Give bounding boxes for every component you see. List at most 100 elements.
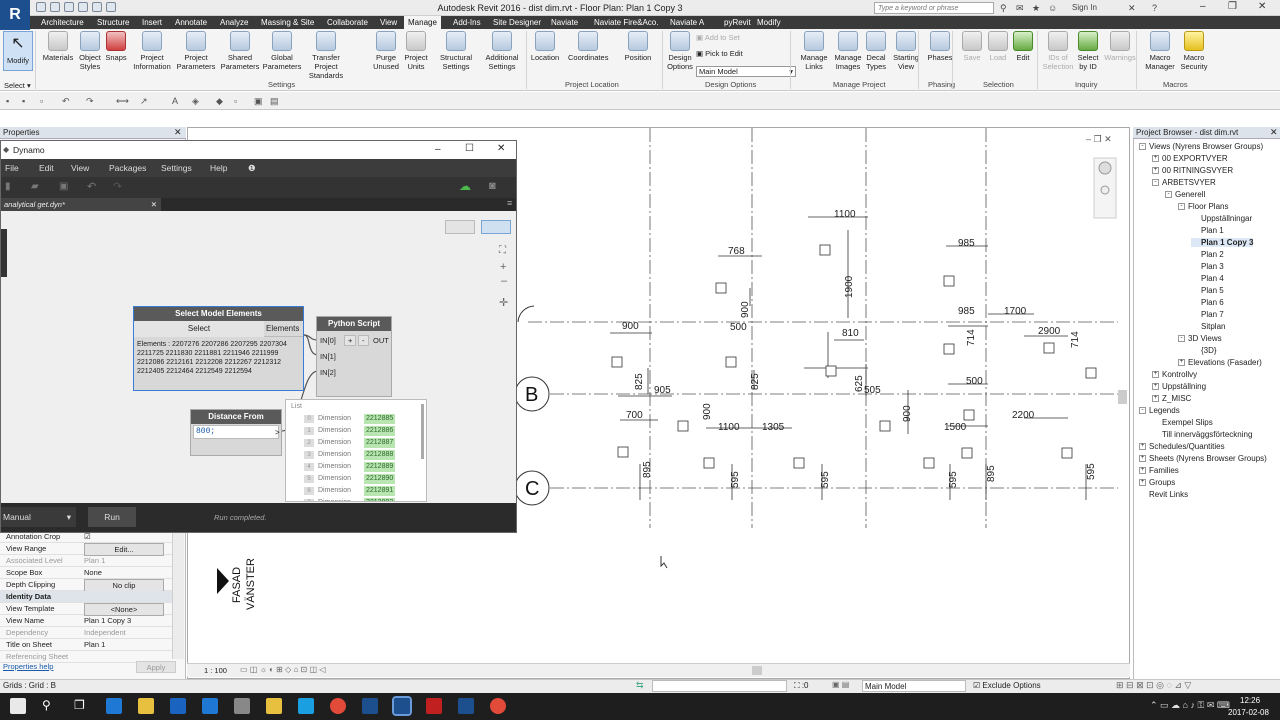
browser-item[interactable]: Plan 5 <box>1191 286 1224 295</box>
global-parameters-button[interactable]: Global Parameters <box>262 31 302 71</box>
tab-structure[interactable]: Structure <box>93 16 133 29</box>
section-icon[interactable]: ◆ <box>216 96 223 107</box>
properties-scrollbar[interactable] <box>172 533 184 659</box>
browser-item[interactable]: + Uppställning <box>1152 382 1206 391</box>
location-button[interactable]: Location <box>525 31 565 62</box>
tab-annotate[interactable]: Annotate <box>171 16 211 29</box>
outlook-icon[interactable] <box>170 698 186 714</box>
browser-item[interactable]: - ARBETSVYER <box>1152 178 1216 187</box>
toolbar-icon-2[interactable]: ▪ <box>22 96 25 106</box>
expand-icon[interactable]: + <box>1152 383 1159 391</box>
browser-item[interactable]: Plan 4 <box>1191 274 1224 283</box>
close-icon[interactable]: ✕ <box>1270 127 1278 138</box>
undo-icon[interactable] <box>78 2 88 12</box>
ie-icon[interactable] <box>202 698 218 714</box>
project-units-button[interactable]: Project Units <box>396 31 436 71</box>
search-icon[interactable]: ⚲ <box>42 698 51 712</box>
position-button[interactable]: Position <box>618 31 658 62</box>
close-icon[interactable]: ✕ <box>1258 1 1266 12</box>
elevation-arrow-icon[interactable] <box>217 568 229 594</box>
expand-icon[interactable]: + <box>1152 167 1159 175</box>
shared-parameters-button[interactable]: Shared Parameters <box>220 31 260 71</box>
in1-port[interactable]: IN[1] <box>320 352 336 361</box>
browser-item[interactable]: Plan 6 <box>1191 298 1224 307</box>
additional-settings-button[interactable]: Additional Settings <box>482 31 522 71</box>
collapse-icon[interactable]: - <box>1139 407 1146 415</box>
browser-item[interactable]: {3D} <box>1191 346 1217 355</box>
view-control-icons[interactable]: ▭ ◫ ☼ ◐ ⊞ ◇ ⌂ ⊡ ◫ ◁ <box>240 665 325 674</box>
expand-icon[interactable]: + <box>1139 455 1146 463</box>
browser-item[interactable]: Plan 3 <box>1191 262 1224 271</box>
browser-item[interactable]: + Families <box>1139 466 1179 475</box>
elements-output-port[interactable]: Elements <box>266 321 299 337</box>
node-preview-bubble[interactable]: List 0 Dimension 2212885 1 Dimension 2212886 2… <box>285 399 427 502</box>
exchange-icon[interactable]: ✕ <box>1128 3 1136 14</box>
redo-icon-2[interactable]: ↷ <box>86 96 94 107</box>
help-icon[interactable]: ? <box>1152 3 1157 13</box>
out-port[interactable]: OUT <box>373 336 389 345</box>
chrome-icon-2[interactable] <box>490 698 506 714</box>
save-icon[interactable] <box>50 2 60 12</box>
clock-time[interactable]: 12:26 <box>1240 696 1260 705</box>
folder-icon[interactable] <box>266 698 282 714</box>
modify-button[interactable]: ↖ Modify <box>3 31 33 71</box>
browser-item[interactable]: Sitplan <box>1191 322 1225 331</box>
browser-item[interactable]: - Generell <box>1165 190 1205 199</box>
run-mode-dropdown[interactable]: Manual ▾ <box>1 507 76 527</box>
horizontal-scroll-thumb[interactable] <box>752 666 762 675</box>
expand-icon[interactable]: + <box>1178 359 1185 367</box>
worksets-icon[interactable]: ⇆ <box>636 680 644 691</box>
close-icon[interactable]: ✕ <box>174 127 182 138</box>
3d-icon[interactable]: ◈ <box>192 96 199 107</box>
view-controls-icon[interactable]: – ❐ ✕ <box>1086 134 1112 144</box>
in0-port[interactable]: IN[0] <box>320 336 336 345</box>
browser-item[interactable]: Revit Links <box>1139 490 1188 499</box>
toolbar-icon-1[interactable]: ▪ <box>6 96 9 106</box>
dynamo-window[interactable]: Dynamo ◆ – ☐ ✕ File Edit View Packages S… <box>0 140 517 533</box>
workset-field[interactable] <box>652 680 787 692</box>
run-button[interactable]: Run <box>88 507 136 527</box>
view-scale[interactable]: 1 : 100 <box>204 666 227 675</box>
snaps-button[interactable]: Snaps <box>96 31 136 62</box>
design-options-button[interactable]: Design Options <box>660 31 700 71</box>
pick-to-edit-button[interactable]: ▣ Pick to Edit <box>696 49 743 58</box>
text-icon[interactable]: A <box>172 96 178 106</box>
undo-icon-2[interactable]: ↶ <box>62 96 70 107</box>
tab-insert[interactable]: Insert <box>138 16 166 29</box>
revit-icon-2[interactable] <box>458 698 474 714</box>
macro-security-button[interactable]: Macro Security <box>1174 31 1214 71</box>
browser-item[interactable]: -3D Views <box>1178 334 1222 343</box>
collapse-icon[interactable]: - <box>1165 191 1172 199</box>
browser-item[interactable]: Plan 1 Copy 3 <box>1191 238 1254 247</box>
app-icon[interactable] <box>234 698 250 714</box>
tile-icon[interactable]: ▤ <box>270 96 279 107</box>
browser-item[interactable]: +00 RITNINGSVYER <box>1152 166 1233 175</box>
redo-icon[interactable] <box>92 2 102 12</box>
sign-in-link[interactable]: Sign In <box>1072 3 1097 12</box>
tab-collaborate[interactable]: Collaborate <box>323 16 372 29</box>
browser-item[interactable]: Plan 7 <box>1191 310 1224 319</box>
browser-item[interactable]: + Elevations (Fasader) <box>1178 358 1262 367</box>
tab-manage[interactable]: Manage <box>404 16 441 29</box>
browser-item[interactable]: + Z_MISC <box>1152 394 1191 403</box>
select-button[interactable]: Select <box>134 321 264 337</box>
switch-windows-icon[interactable]: ▣ <box>254 96 263 107</box>
tab-view[interactable]: View <box>376 16 401 29</box>
browser-item[interactable]: Uppställningar <box>1191 214 1252 223</box>
binoculars-icon[interactable]: ⚲ <box>1000 3 1007 14</box>
collapse-icon[interactable]: - <box>1139 143 1146 151</box>
browser-item[interactable]: Till innerväggsförteckning <box>1152 430 1252 439</box>
toolbar-icon-3[interactable]: ▫ <box>40 96 43 106</box>
expand-icon[interactable]: + <box>1152 371 1159 379</box>
measure-icon[interactable]: ⟷ <box>116 96 129 107</box>
project-information-button[interactable]: Project Information <box>132 31 172 71</box>
browser-item[interactable]: - Floor Plans <box>1178 202 1228 211</box>
star-icon[interactable]: ★ <box>1032 3 1040 14</box>
open-icon[interactable] <box>36 2 46 12</box>
apply-button[interactable]: Apply <box>136 661 176 673</box>
browser-item[interactable]: Plan 1 <box>1191 226 1224 235</box>
tab-massing-site[interactable]: Massing & Site <box>257 16 318 29</box>
browser-item[interactable]: Exempel Slips <box>1152 418 1213 427</box>
sync-icon[interactable] <box>64 2 74 12</box>
collapse-icon[interactable]: - <box>1178 203 1185 211</box>
